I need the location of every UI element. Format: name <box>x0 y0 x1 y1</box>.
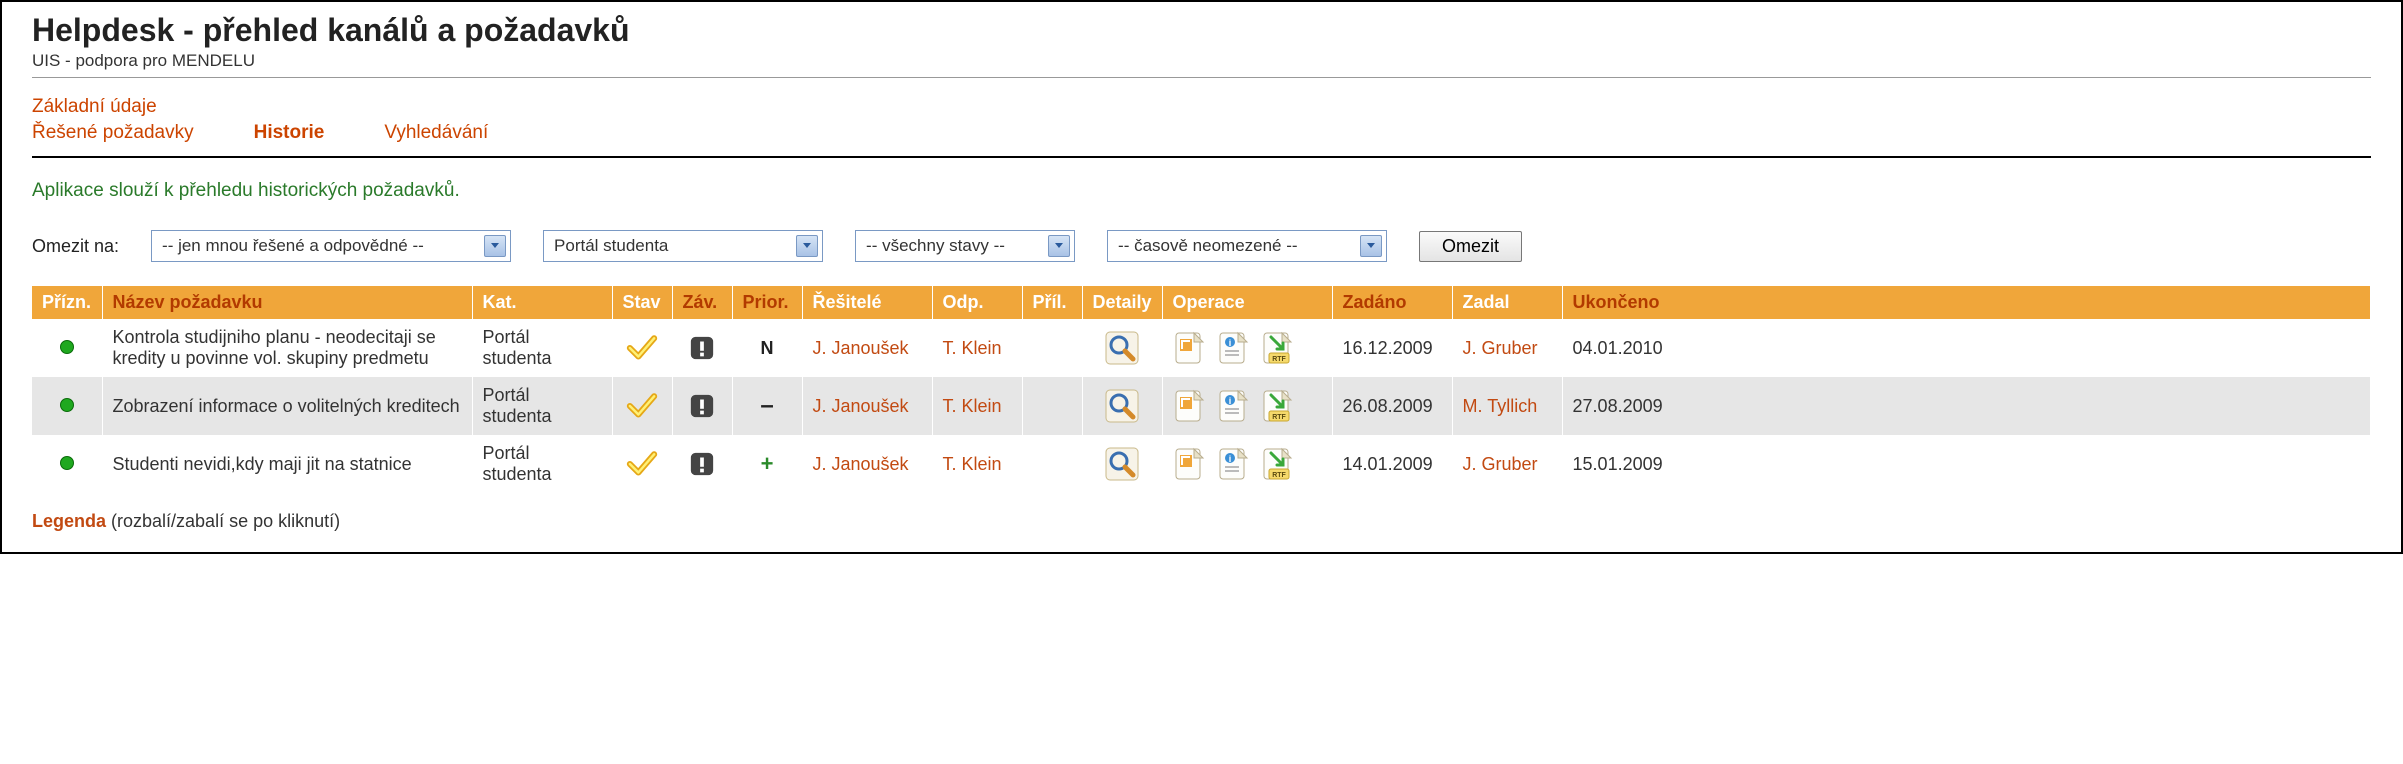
th-operace[interactable]: Operace <box>1162 286 1332 319</box>
cell-kat: Portál studenta <box>472 435 612 493</box>
op-history-icon[interactable] <box>1173 389 1207 423</box>
filter-select-state[interactable]: -- všechny stavy -- <box>855 230 1075 262</box>
magnify-icon[interactable] <box>1105 331 1139 365</box>
cell-pril <box>1022 435 1082 493</box>
page-title: Helpdesk - přehled kanálů a požadavků <box>32 12 2371 49</box>
legend-hint: (rozbalí/zabalí se po kliknutí) <box>106 511 340 531</box>
cell-pril <box>1022 377 1082 435</box>
filter-select-time-value: -- časově neomezené -- <box>1118 236 1298 256</box>
filter-select-category[interactable]: Portál studenta <box>543 230 823 262</box>
filter-select-time[interactable]: -- časově neomezené -- <box>1107 230 1387 262</box>
th-nazev[interactable]: Název požadavku <box>102 286 472 319</box>
nav-resolved[interactable]: Řešené požadavky <box>32 122 194 144</box>
th-prizn[interactable]: Přízn. <box>32 286 102 319</box>
cell-resitele[interactable]: J. Janoušek <box>802 377 932 435</box>
th-kat[interactable]: Kat. <box>472 286 612 319</box>
cell-nazev: Kontrola studijniho planu - neodecitaji … <box>102 319 472 377</box>
chevron-down-icon <box>1048 235 1070 257</box>
filter-select-scope-value: -- jen mnou řešené a odpovědné -- <box>162 236 424 256</box>
filter-select-state-value: -- všechny stavy -- <box>866 236 1005 256</box>
page-subtitle: UIS - podpora pro MENDELU <box>32 51 2371 78</box>
cell-kat: Portál studenta <box>472 377 612 435</box>
cell-zadal[interactable]: M. Tyllich <box>1452 377 1562 435</box>
op-rtf-icon[interactable] <box>1261 331 1295 365</box>
filter-label: Omezit na: <box>32 236 119 257</box>
th-zadano[interactable]: Zadáno <box>1332 286 1452 319</box>
nav-history[interactable]: Historie <box>254 122 325 144</box>
filter-select-scope[interactable]: -- jen mnou řešené a odpovědné -- <box>151 230 511 262</box>
status-dot-icon <box>60 340 74 354</box>
op-history-icon[interactable] <box>1173 331 1207 365</box>
legend-label: Legenda <box>32 511 106 531</box>
table-row: Zobrazení informace o volitelných kredit… <box>32 377 2371 435</box>
th-odp[interactable]: Odp. <box>932 286 1022 319</box>
th-detaily[interactable]: Detaily <box>1082 286 1162 319</box>
cell-zadano: 26.08.2009 <box>1332 377 1452 435</box>
divider <box>32 156 2371 158</box>
cell-ukonceno: 15.01.2009 <box>1562 435 2370 493</box>
priority-value: N <box>761 338 774 358</box>
severity-icon <box>689 335 715 361</box>
severity-icon <box>689 451 715 477</box>
th-stav[interactable]: Stav <box>612 286 672 319</box>
severity-icon <box>689 393 715 419</box>
status-dot-icon <box>60 398 74 412</box>
op-detail-icon[interactable] <box>1217 331 1251 365</box>
chevron-down-icon <box>1360 235 1382 257</box>
table-row: Studenti nevidi,kdy maji jit na statnice… <box>32 435 2371 493</box>
check-icon <box>625 389 659 423</box>
nav-basic-info[interactable]: Základní údaje <box>32 96 157 118</box>
nav-search[interactable]: Vyhledávání <box>384 122 488 144</box>
check-icon <box>625 331 659 365</box>
th-zadal[interactable]: Zadal <box>1452 286 1562 319</box>
page-description: Aplikace slouží k přehledu historických … <box>32 180 2371 202</box>
requests-table: Přízn. Název požadavku Kat. Stav Záv. Pr… <box>32 286 2371 493</box>
th-prior[interactable]: Prior. <box>732 286 802 319</box>
cell-ukonceno: 04.01.2010 <box>1562 319 2370 377</box>
filter-bar: Omezit na: -- jen mnou řešené a odpovědn… <box>32 230 2371 262</box>
th-ukonceno[interactable]: Ukončeno <box>1562 286 2370 319</box>
th-zav[interactable]: Záv. <box>672 286 732 319</box>
cell-zadal[interactable]: J. Gruber <box>1452 435 1562 493</box>
cell-resitele[interactable]: J. Janoušek <box>802 319 932 377</box>
cell-nazev: Zobrazení informace o volitelných kredit… <box>102 377 472 435</box>
cell-odp[interactable]: T. Klein <box>932 435 1022 493</box>
legend-toggle[interactable]: Legenda (rozbalí/zabalí se po kliknutí) <box>32 511 2371 532</box>
op-rtf-icon[interactable] <box>1261 389 1295 423</box>
op-detail-icon[interactable] <box>1217 447 1251 481</box>
th-pril[interactable]: Příl. <box>1022 286 1082 319</box>
magnify-icon[interactable] <box>1105 389 1139 423</box>
op-history-icon[interactable] <box>1173 447 1207 481</box>
check-icon <box>625 447 659 481</box>
priority-dash-icon: – <box>760 392 773 419</box>
filter-submit-button[interactable]: Omezit <box>1419 231 1522 262</box>
cell-zadal[interactable]: J. Gruber <box>1452 319 1562 377</box>
magnify-icon[interactable] <box>1105 447 1139 481</box>
cell-odp[interactable]: T. Klein <box>932 377 1022 435</box>
th-resitele[interactable]: Řešitelé <box>802 286 932 319</box>
filter-select-category-value: Portál studenta <box>554 236 668 256</box>
cell-ukonceno: 27.08.2009 <box>1562 377 2370 435</box>
cell-resitele[interactable]: J. Janoušek <box>802 435 932 493</box>
cell-zadano: 14.01.2009 <box>1332 435 1452 493</box>
chevron-down-icon <box>484 235 506 257</box>
cell-pril <box>1022 319 1082 377</box>
op-detail-icon[interactable] <box>1217 389 1251 423</box>
chevron-down-icon <box>796 235 818 257</box>
cell-nazev: Studenti nevidi,kdy maji jit na statnice <box>102 435 472 493</box>
priority-plus-icon: + <box>761 451 774 476</box>
cell-kat: Portál studenta <box>472 319 612 377</box>
nav: Základní údaje Řešené požadavky Historie… <box>32 96 2371 144</box>
status-dot-icon <box>60 456 74 470</box>
cell-odp[interactable]: T. Klein <box>932 319 1022 377</box>
cell-zadano: 16.12.2009 <box>1332 319 1452 377</box>
table-row: Kontrola studijniho planu - neodecitaji … <box>32 319 2371 377</box>
op-rtf-icon[interactable] <box>1261 447 1295 481</box>
